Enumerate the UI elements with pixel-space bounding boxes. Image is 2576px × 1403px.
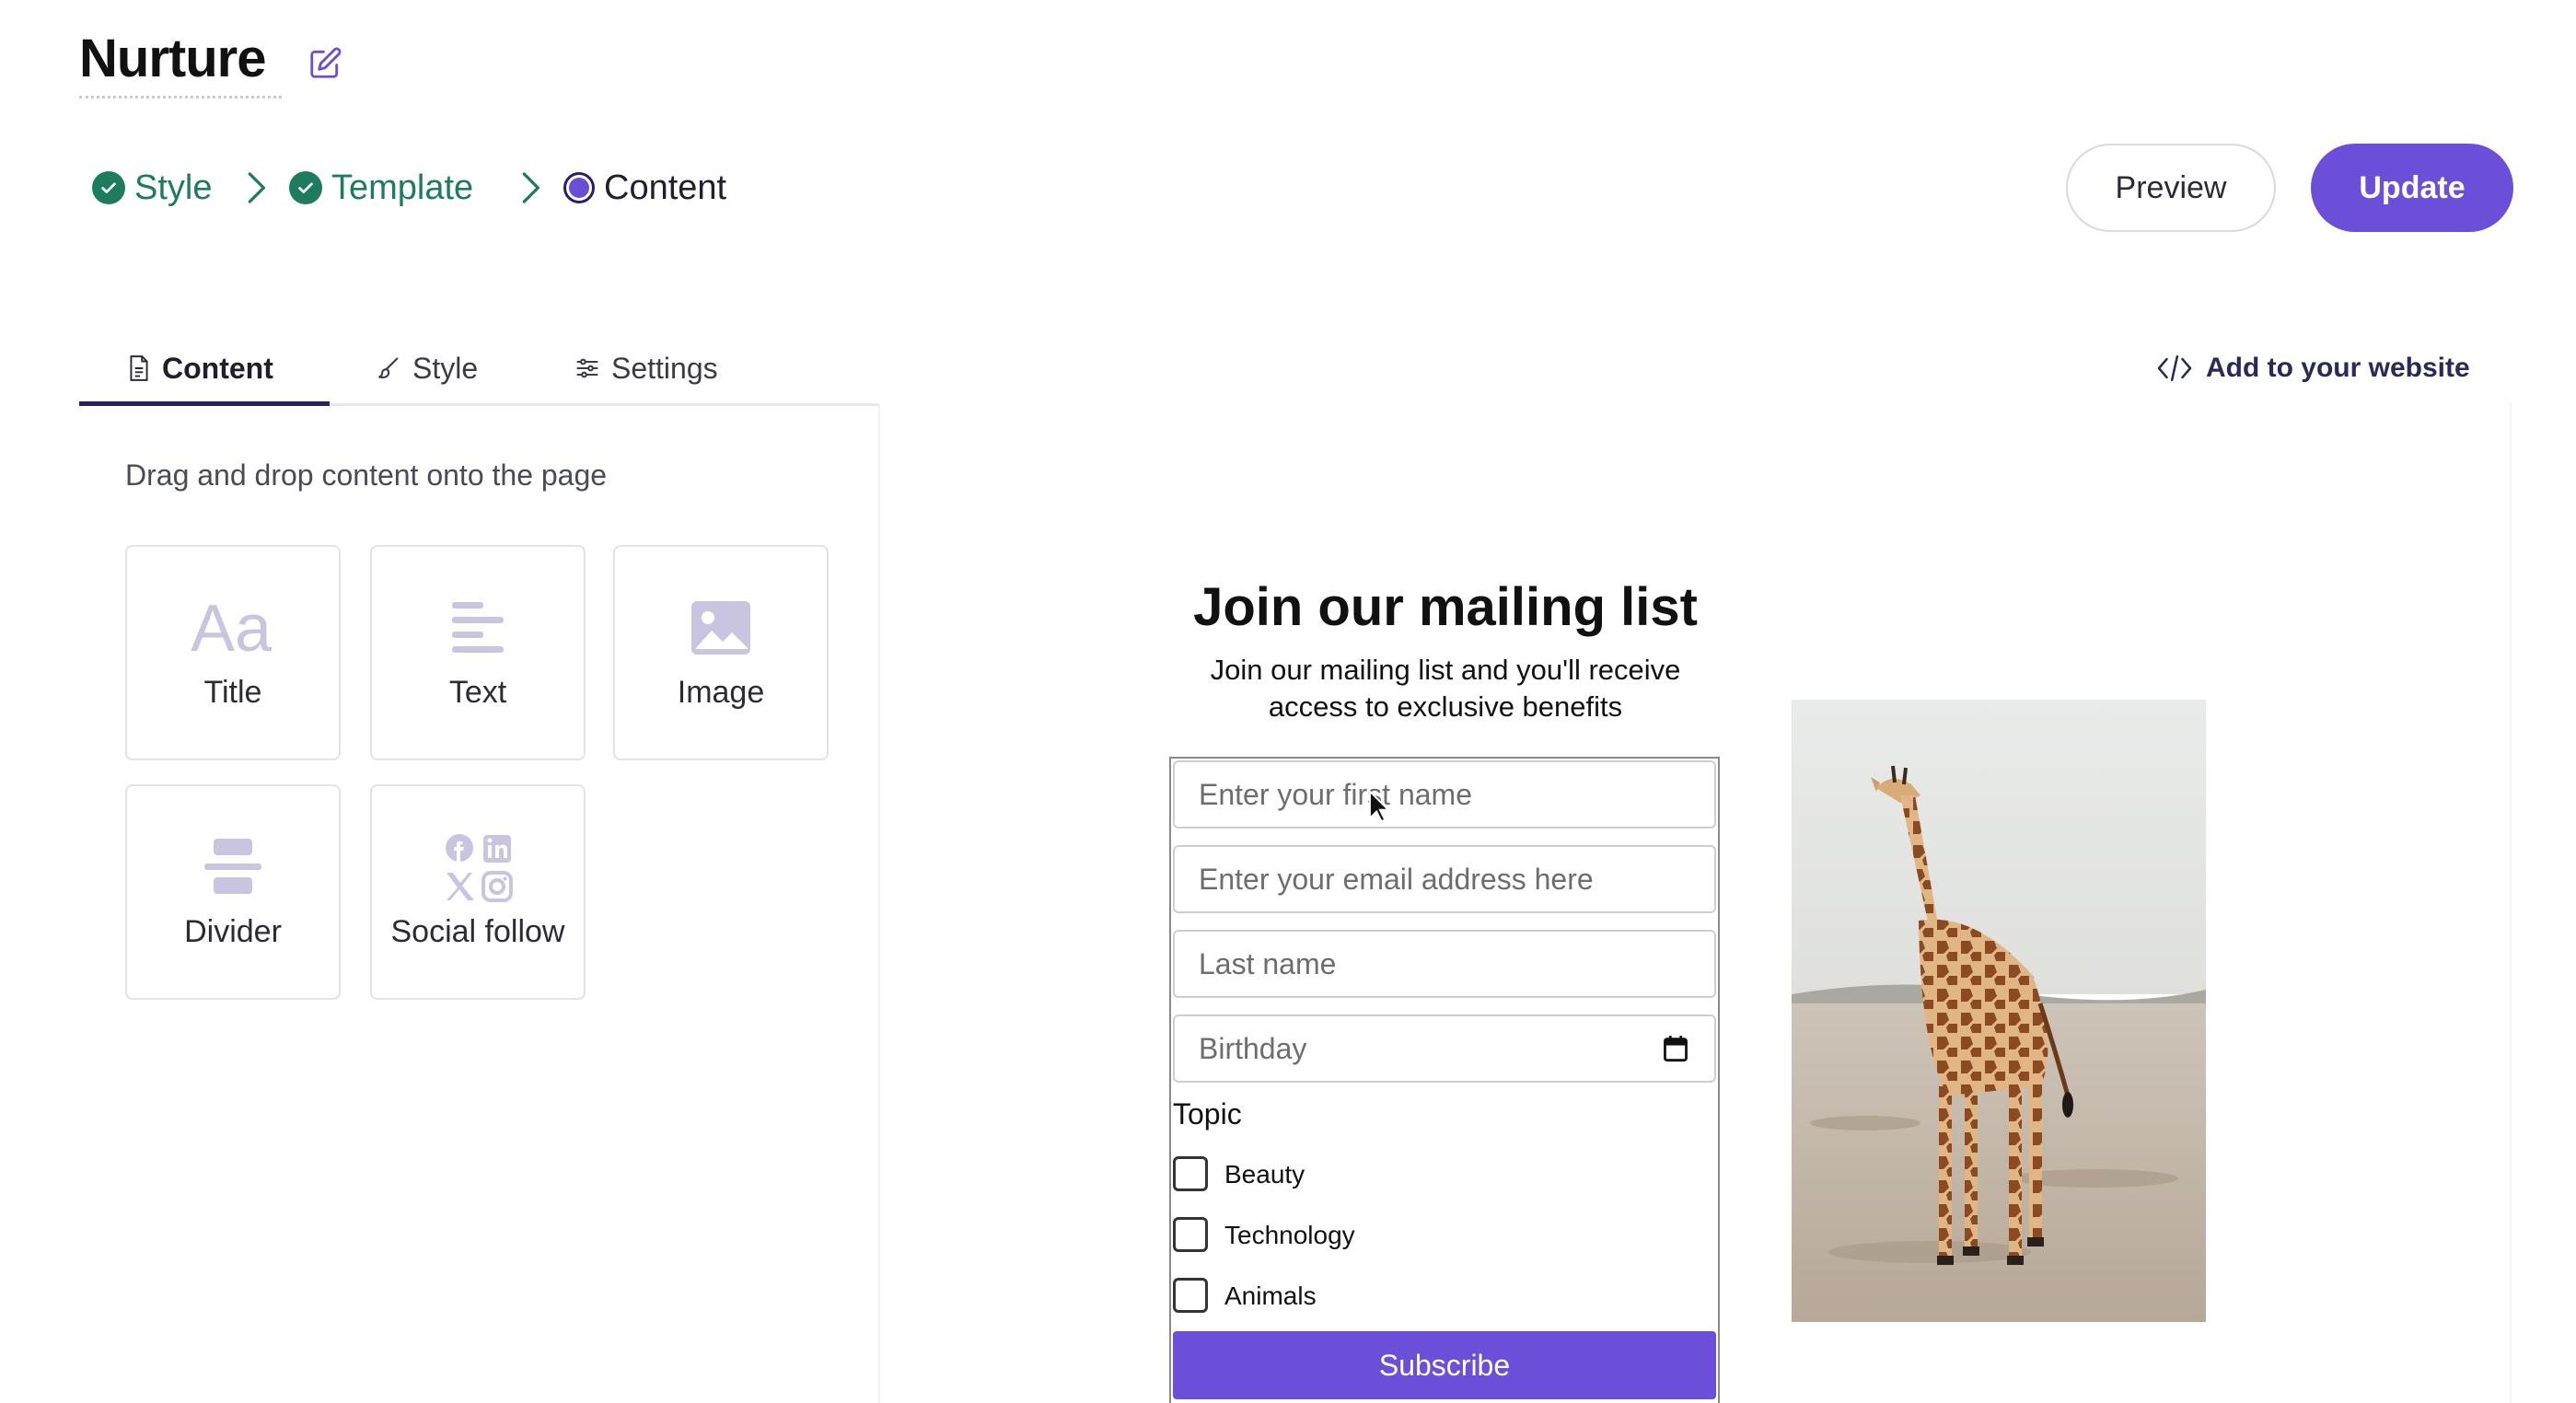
checkbox-label: Beauty bbox=[1224, 1160, 1305, 1188]
step-template[interactable]: Template bbox=[289, 164, 473, 212]
divider-icon bbox=[127, 830, 339, 904]
image-icon bbox=[615, 591, 827, 665]
form-subtitle: Join our mailing list and you'll receive… bbox=[1169, 652, 1722, 725]
last-name-field[interactable] bbox=[1173, 930, 1716, 998]
linkedin-icon bbox=[483, 835, 511, 863]
checkbox-technology[interactable] bbox=[1173, 1217, 1208, 1252]
preview-button[interactable]: Preview bbox=[2066, 144, 2276, 232]
text-lines-icon bbox=[372, 591, 584, 665]
step-label: Template bbox=[331, 168, 474, 207]
step-content[interactable]: Content bbox=[563, 164, 726, 212]
form-subtitle-line: Join our mailing list and you'll receive bbox=[1210, 654, 1681, 686]
first-name-field[interactable] bbox=[1173, 760, 1716, 829]
block-text[interactable]: Text bbox=[370, 545, 586, 760]
edit-icon[interactable] bbox=[307, 46, 342, 81]
update-button[interactable]: Update bbox=[2311, 144, 2513, 232]
code-icon bbox=[2157, 354, 2192, 382]
checkbox-label: Technology bbox=[1224, 1221, 1355, 1249]
birthday-placeholder: Birthday bbox=[1199, 1031, 1307, 1065]
social-icons bbox=[372, 830, 584, 904]
block-label: Social follow bbox=[390, 914, 565, 949]
block-label: Image bbox=[677, 675, 765, 710]
birthday-field[interactable]: Birthday bbox=[1173, 1015, 1716, 1083]
block-label: Title bbox=[203, 675, 262, 710]
facebook-icon bbox=[446, 834, 473, 862]
document-icon bbox=[130, 355, 148, 381]
check-icon bbox=[92, 171, 125, 204]
tab-label: Content bbox=[162, 351, 273, 385]
tab-label: Settings bbox=[611, 351, 718, 385]
subscribe-button[interactable]: Subscribe bbox=[1173, 1331, 1716, 1399]
block-image[interactable]: Image bbox=[613, 545, 829, 760]
svg-text:Aa: Aa bbox=[191, 596, 273, 660]
tab-style[interactable]: Style bbox=[376, 341, 478, 396]
topic-label: Topic bbox=[1173, 1097, 1242, 1131]
block-label: Divider bbox=[184, 914, 282, 949]
canvas-border bbox=[2510, 403, 2512, 1403]
email-field[interactable] bbox=[1173, 845, 1716, 913]
sliders-icon bbox=[576, 358, 598, 378]
x-icon bbox=[447, 873, 474, 900]
brush-icon bbox=[378, 357, 399, 379]
mouse-cursor-icon bbox=[1369, 790, 1388, 823]
step-label: Style bbox=[134, 168, 213, 207]
tab-settings[interactable]: Settings bbox=[574, 341, 718, 396]
current-step-icon bbox=[563, 172, 595, 203]
step-style[interactable]: Style bbox=[92, 164, 212, 212]
panel-divider bbox=[878, 403, 880, 1403]
calendar-icon[interactable] bbox=[1663, 1035, 1688, 1062]
tab-content[interactable]: Content bbox=[127, 341, 273, 396]
form-title: Join our mailing list bbox=[1193, 577, 1698, 637]
instagram-icon bbox=[482, 871, 513, 902]
block-divider[interactable]: Divider bbox=[125, 784, 341, 1000]
chevron-right-icon bbox=[248, 172, 265, 203]
page-title: Nurture bbox=[79, 29, 266, 88]
block-label: Text bbox=[448, 675, 507, 710]
active-tab-indicator bbox=[79, 401, 330, 406]
title-underline bbox=[79, 96, 282, 99]
tab-label: Style bbox=[412, 351, 479, 385]
form-subtitle-line: access to exclusive benefits bbox=[1268, 690, 1623, 723]
chevron-right-icon bbox=[522, 172, 540, 203]
add-to-website-link[interactable]: Add to your website bbox=[2156, 342, 2470, 394]
step-label: Content bbox=[604, 168, 727, 207]
block-social-follow[interactable]: Social follow bbox=[370, 784, 586, 1000]
font-icon: Aa bbox=[127, 591, 339, 665]
add-to-website-label: Add to your website bbox=[2206, 353, 2470, 383]
checkbox-beauty[interactable] bbox=[1173, 1156, 1208, 1191]
sidebar-hint: Drag and drop content onto the page bbox=[125, 458, 608, 492]
block-title[interactable]: Aa Title bbox=[125, 545, 341, 760]
check-icon bbox=[289, 171, 322, 204]
checkbox-animals[interactable] bbox=[1173, 1278, 1208, 1313]
checkbox-label: Animals bbox=[1224, 1281, 1317, 1310]
giraffe-image bbox=[1792, 700, 2206, 1322]
